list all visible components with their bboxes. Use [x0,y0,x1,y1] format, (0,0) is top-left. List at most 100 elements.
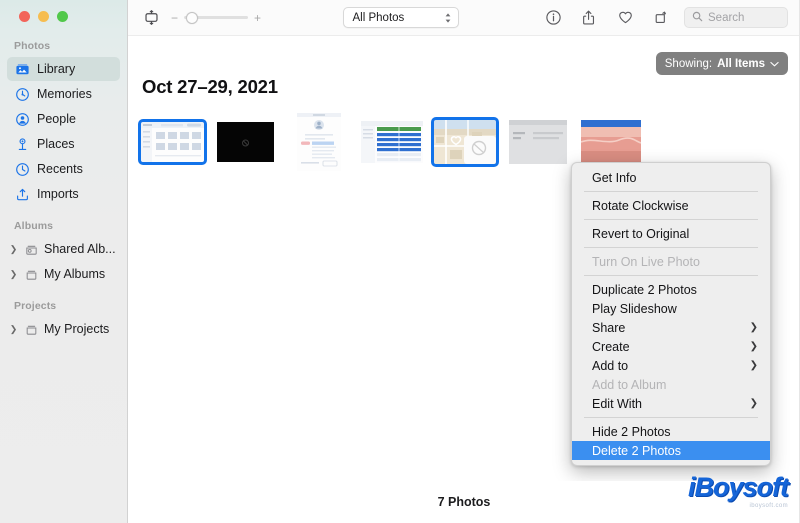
zoom-in-label[interactable]: + [254,12,261,24]
search-field[interactable]: Search [684,7,788,28]
sidebar-item-label: My Albums [44,267,106,281]
memories-icon [14,86,30,102]
menu-item-label: Add to [592,358,629,373]
thumbnail-cell[interactable] [136,112,209,172]
watermark-logo: iBoysoft [688,472,789,502]
menu-separator [584,191,758,192]
thumbnail-cell[interactable] [355,112,428,172]
shared-album-icon [23,241,39,257]
sidebar-item-imports[interactable]: Imports [7,182,120,206]
sidebar-item-recents[interactable]: Recents [7,157,120,181]
thumbnail-screenshot-toolbar[interactable] [138,119,207,165]
info-icon[interactable] [540,5,566,31]
chevron-right-icon: ❯ [749,359,758,371]
showing-value: All Items [717,57,765,70]
menu-item-label: Add to Album [592,377,667,392]
menu-item-create[interactable]: Create ❯ [572,337,770,356]
menu-item-label: Revert to Original [592,226,690,241]
menu-item-hide-2-photos[interactable]: Hide 2 Photos [572,422,770,441]
sidebar-item-memories[interactable]: Memories [7,82,120,106]
people-icon [14,111,30,127]
sidebar-section-projects-title: Projects [14,300,57,312]
menu-item-label: Edit With [592,396,643,411]
chevron-right-icon[interactable]: ❯ [9,244,18,255]
main-area: − + All Photos Search Showing: All Items… [128,0,800,523]
menu-item-edit-with[interactable]: Edit With ❯ [572,394,770,413]
sidebar-item-my-projects[interactable]: ❯ My Projects [7,317,120,341]
thumbnail-photo-pink[interactable] [580,120,641,164]
menu-item-add-to[interactable]: Add to ❯ [572,356,770,375]
toolbar: − + All Photos Search [128,0,800,36]
sidebar-item-label: People [37,112,76,126]
sidebar-item-label: Recents [37,162,83,176]
chevron-right-icon: ❯ [749,397,758,409]
thumbnail-cell[interactable] [282,112,355,172]
zoom-slider-track[interactable] [184,11,249,24]
sidebar-item-people[interactable]: People [7,107,120,131]
menu-item-duplicate-2-photos[interactable]: Duplicate 2 Photos [572,280,770,299]
sidebar-item-library[interactable]: Library [7,57,120,81]
showing-filter-button[interactable]: Showing: All Items [655,52,788,75]
thumbnail-screenshot-grey[interactable] [508,120,567,164]
minimize-button[interactable] [38,11,49,22]
thumbnail-screenshot-dialog[interactable] [296,113,341,171]
menu-item-delete-2-photos[interactable]: Delete 2 Photos [572,441,770,460]
zoom-slider-knob[interactable] [186,11,199,24]
sidebar-section-photos-title: Photos [14,40,51,52]
menu-item-revert-to-original[interactable]: Revert to Original [572,224,770,243]
sidebar-item-places[interactable]: Places [7,132,120,156]
close-button[interactable] [19,11,30,22]
zoom-slider-group[interactable]: − + [171,11,261,24]
menu-separator [584,275,758,276]
photo-grid-area: Showing: All Items Oct 27–29, 2021 Get I… [128,36,800,481]
sidebar-item-label: Places [37,137,75,151]
thumbnail-black-photo[interactable] [217,122,274,162]
menu-item-label: Create [592,339,630,354]
menu-item-play-slideshow[interactable]: Play Slideshow [572,299,770,318]
album-icon [23,266,39,282]
chevron-right-icon[interactable]: ❯ [9,269,18,280]
sidebar-item-my-albums[interactable]: ❯ My Albums [7,262,120,286]
all-photos-popup-button[interactable]: All Photos [342,7,459,28]
search-input[interactable]: Search [708,12,744,24]
places-icon [14,136,30,152]
zoom-out-label[interactable]: − [171,12,178,24]
recents-icon [14,161,30,177]
thumbnail-cell[interactable] [428,112,501,172]
heart-icon[interactable] [612,5,638,31]
project-icon [23,321,39,337]
sidebar-item-label: Library [37,62,76,76]
menu-item-label: Get Info [592,170,637,185]
sidebar-item-label: Memories [37,87,92,101]
watermark-url: iboysoft.com [749,503,788,509]
chevron-down-icon [770,58,779,70]
thumbnail-cell[interactable] [501,112,574,172]
sidebar-toggle-icon[interactable] [138,5,164,31]
sidebar: Photos Library Memories People Places Re… [0,0,128,523]
photo-count-label: 7 Photos [437,495,491,509]
search-icon [692,11,703,25]
maximize-button[interactable] [57,11,68,22]
sidebar-item-shared-albums[interactable]: ❯ Shared Alb... [7,237,120,261]
thumbnail-screenshot-table[interactable] [360,121,423,163]
date-header: Oct 27–29, 2021 [142,76,278,97]
rotate-icon[interactable] [648,5,674,31]
library-icon [14,61,30,77]
chevron-up-down-icon [444,12,452,24]
menu-item-label: Share [592,320,626,335]
sidebar-section-albums-title: Albums [14,220,54,232]
sidebar-item-label: My Projects [44,322,110,336]
showing-prefix: Showing: [664,57,713,70]
photos-app-window: Photos Library Memories People Places Re… [0,0,800,523]
thumbnail-screenshot-map[interactable] [430,117,499,167]
menu-item-label: Hide 2 Photos [592,424,671,439]
menu-item-share[interactable]: Share ❯ [572,318,770,337]
thumbnail-cell[interactable] [209,112,282,172]
chevron-right-icon[interactable]: ❯ [9,324,18,335]
menu-item-rotate-clockwise[interactable]: Rotate Clockwise [572,196,770,215]
share-icon[interactable] [576,5,602,31]
menu-separator [584,219,758,220]
menu-item-label: Delete 2 Photos [592,443,681,458]
thumbnail-grid [136,112,647,172]
menu-item-get-info[interactable]: Get Info [572,168,770,187]
